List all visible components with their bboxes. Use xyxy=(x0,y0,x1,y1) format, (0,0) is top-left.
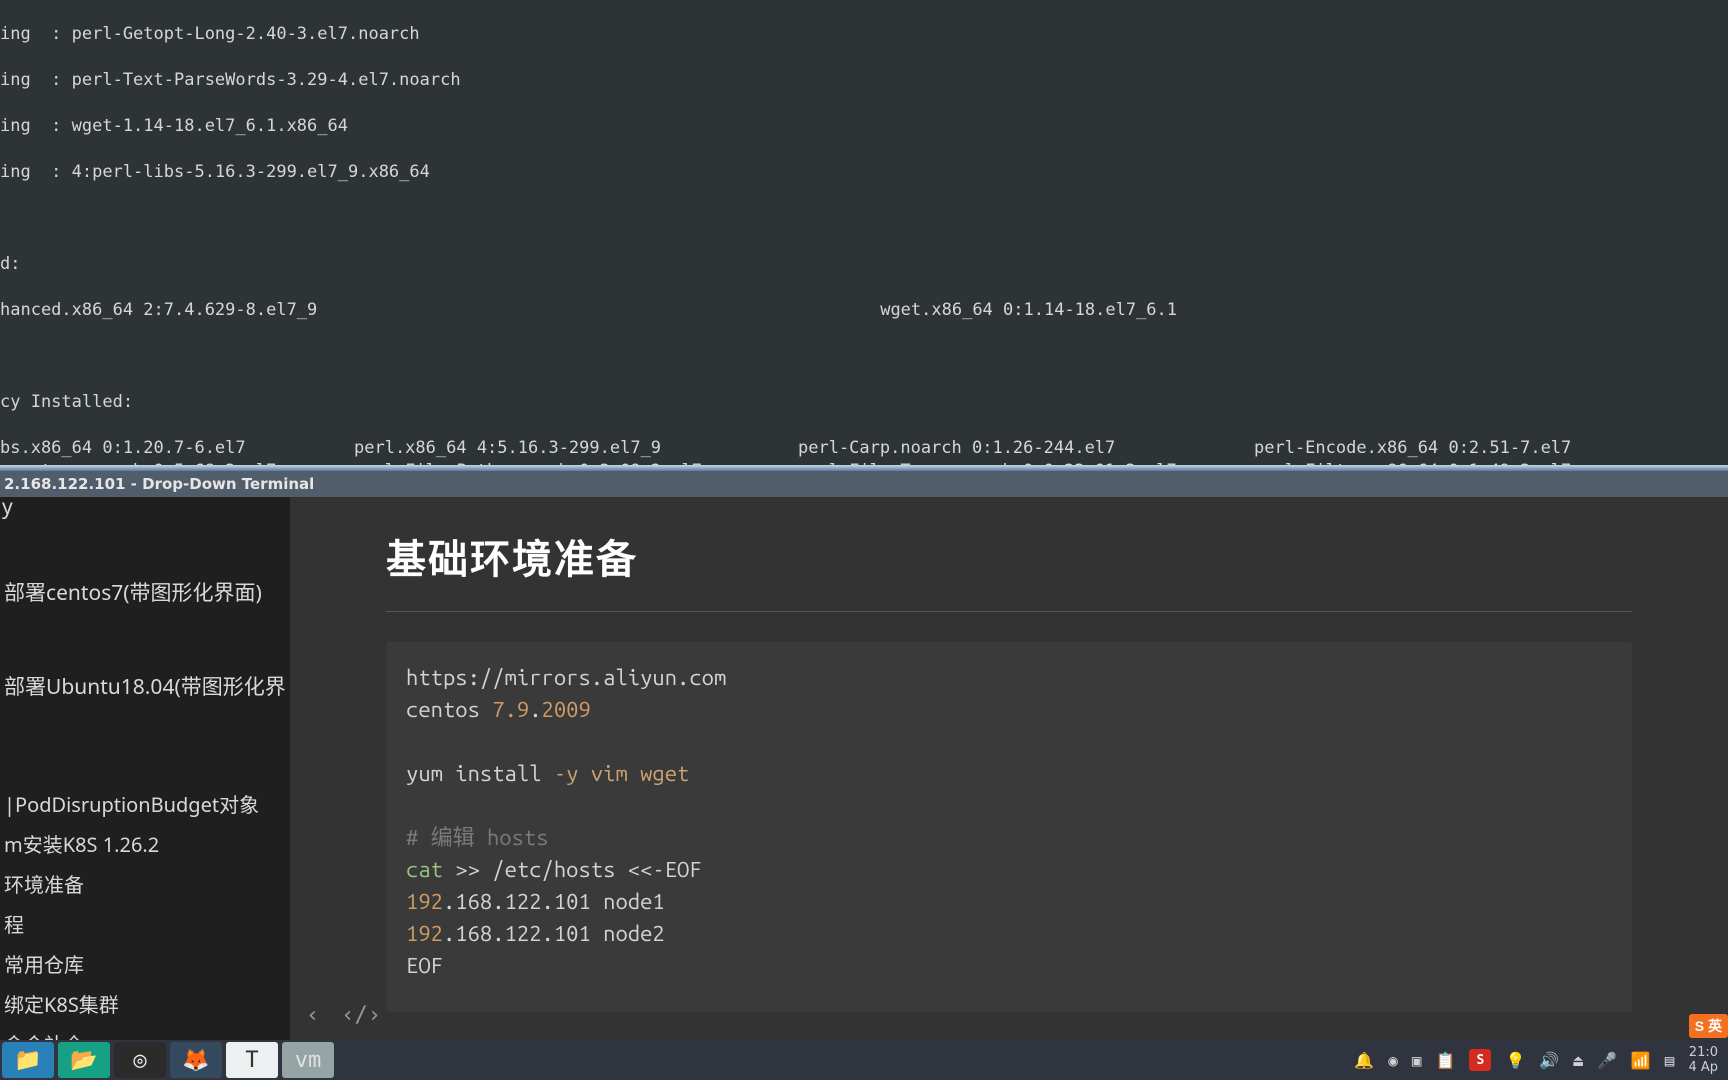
sidebar-item-pdb[interactable]: |PodDisruptionBudget对象 xyxy=(0,785,290,825)
install-line: ing : 4:perl-libs-5.16.3-299.el7_9.x86_6… xyxy=(0,161,1728,184)
install-line: ing : wget-1.14-18.el7_6.1.x86_64 xyxy=(0,115,1728,138)
sidebar[interactable]: y 部署centos7(带图形化界面) 部署Ubuntu18.04(带图形化界 … xyxy=(0,497,290,1042)
taskbar-left: 📁 📂 ◎ 🦊 T vm xyxy=(0,1040,336,1080)
box-icon[interactable]: ▣ xyxy=(1412,1051,1422,1070)
sidebar-item-bind[interactable]: 绑定K8S集群 xyxy=(0,985,290,1025)
section-label: d: xyxy=(0,253,1728,276)
mic-icon[interactable]: 🎤 xyxy=(1597,1051,1617,1070)
sidebar-item-centos7[interactable]: 部署centos7(带图形化界面) xyxy=(0,573,290,613)
clipboard-icon[interactable]: 📋 xyxy=(1436,1051,1456,1070)
text-editor-icon[interactable]: T xyxy=(226,1042,278,1078)
sidebar-item-repo[interactable]: 常用仓库 xyxy=(0,945,290,985)
sidebar-item[interactable]: y xyxy=(0,497,290,519)
menu-icon[interactable]: ▤ xyxy=(1665,1051,1675,1070)
volume-icon[interactable]: 🔊 xyxy=(1539,1051,1559,1070)
code-view-icon[interactable]: ‹/› xyxy=(341,1003,381,1028)
obs-icon[interactable]: ◎ xyxy=(114,1042,166,1078)
sidebar-item-env[interactable]: 环境准备 xyxy=(0,865,290,905)
bulb-icon[interactable]: 💡 xyxy=(1505,1051,1525,1070)
taskbar[interactable]: 📁 📂 ◎ 🦊 T vm 🔔 ◉ ▣ 📋 S 💡 🔊 ⏏ 🎤 📶 ▤ 21:0 … xyxy=(0,1040,1728,1080)
sidebar-item-cheng[interactable]: 程 xyxy=(0,905,290,945)
sogou-ime-icon[interactable]: S xyxy=(1469,1049,1491,1071)
ime-badge[interactable]: S 英 xyxy=(1689,1014,1728,1038)
window-titlebar[interactable]: 2.168.122.101 - Drop-Down Terminal xyxy=(0,471,1728,497)
sidebar-item-ubuntu[interactable]: 部署Ubuntu18.04(带图形化界 xyxy=(0,667,290,707)
clock[interactable]: 21:0 4 Ap xyxy=(1688,1045,1718,1075)
bell-icon[interactable]: 🔔 xyxy=(1354,1051,1374,1070)
usb-icon[interactable]: ⏏ xyxy=(1573,1051,1583,1070)
dep-header: cy Installed: xyxy=(0,391,1728,414)
document-heading: 基础环境准备 xyxy=(386,527,1632,612)
window-title: 2.168.122.101 - Drop-Down Terminal xyxy=(4,475,314,493)
install-line: ing : perl-Getopt-Long-2.40-3.el7.noarch xyxy=(0,23,1728,46)
install-line: ing : perl-Text-ParseWords-3.29-4.el7.no… xyxy=(0,69,1728,92)
file-manager-icon[interactable]: 📂 xyxy=(58,1042,110,1078)
system-tray: 🔔 ◉ ▣ 📋 S 💡 🔊 ⏏ 🎤 📶 ▤ 21:0 4 Ap xyxy=(1354,1040,1728,1080)
document-main: 基础环境准备 https://mirrors.aliyun.com centos… xyxy=(290,497,1728,1042)
installed-row: hanced.x86_64 2:7.4.629-8.el7_9 wget.x86… xyxy=(0,299,1728,322)
sidebar-item-k8s[interactable]: m安装K8S 1.26.2 xyxy=(0,825,290,865)
package-grid: bs.x86_64 0:1.20.7-6.el7perl.x86_64 4:5.… xyxy=(0,437,1728,465)
record-icon[interactable]: ◉ xyxy=(1388,1051,1398,1070)
editor-bottom-toolbar: ‹ ‹/› xyxy=(290,988,1728,1042)
wifi-icon[interactable]: 📶 xyxy=(1631,1051,1651,1070)
vm-icon[interactable]: vm xyxy=(282,1042,334,1078)
files-app-icon[interactable]: 📁 xyxy=(2,1042,54,1078)
firefox-icon[interactable]: 🦊 xyxy=(170,1042,222,1078)
terminal-output[interactable]: ing : perl-Getopt-Long-2.40-3.el7.noarch… xyxy=(0,0,1728,465)
back-nav-icon[interactable]: ‹ xyxy=(306,1003,319,1028)
code-block[interactable]: https://mirrors.aliyun.com centos 7.9.20… xyxy=(386,642,1632,1012)
lower-pane: y 部署centos7(带图形化界面) 部署Ubuntu18.04(带图形化界 … xyxy=(0,497,1728,1042)
